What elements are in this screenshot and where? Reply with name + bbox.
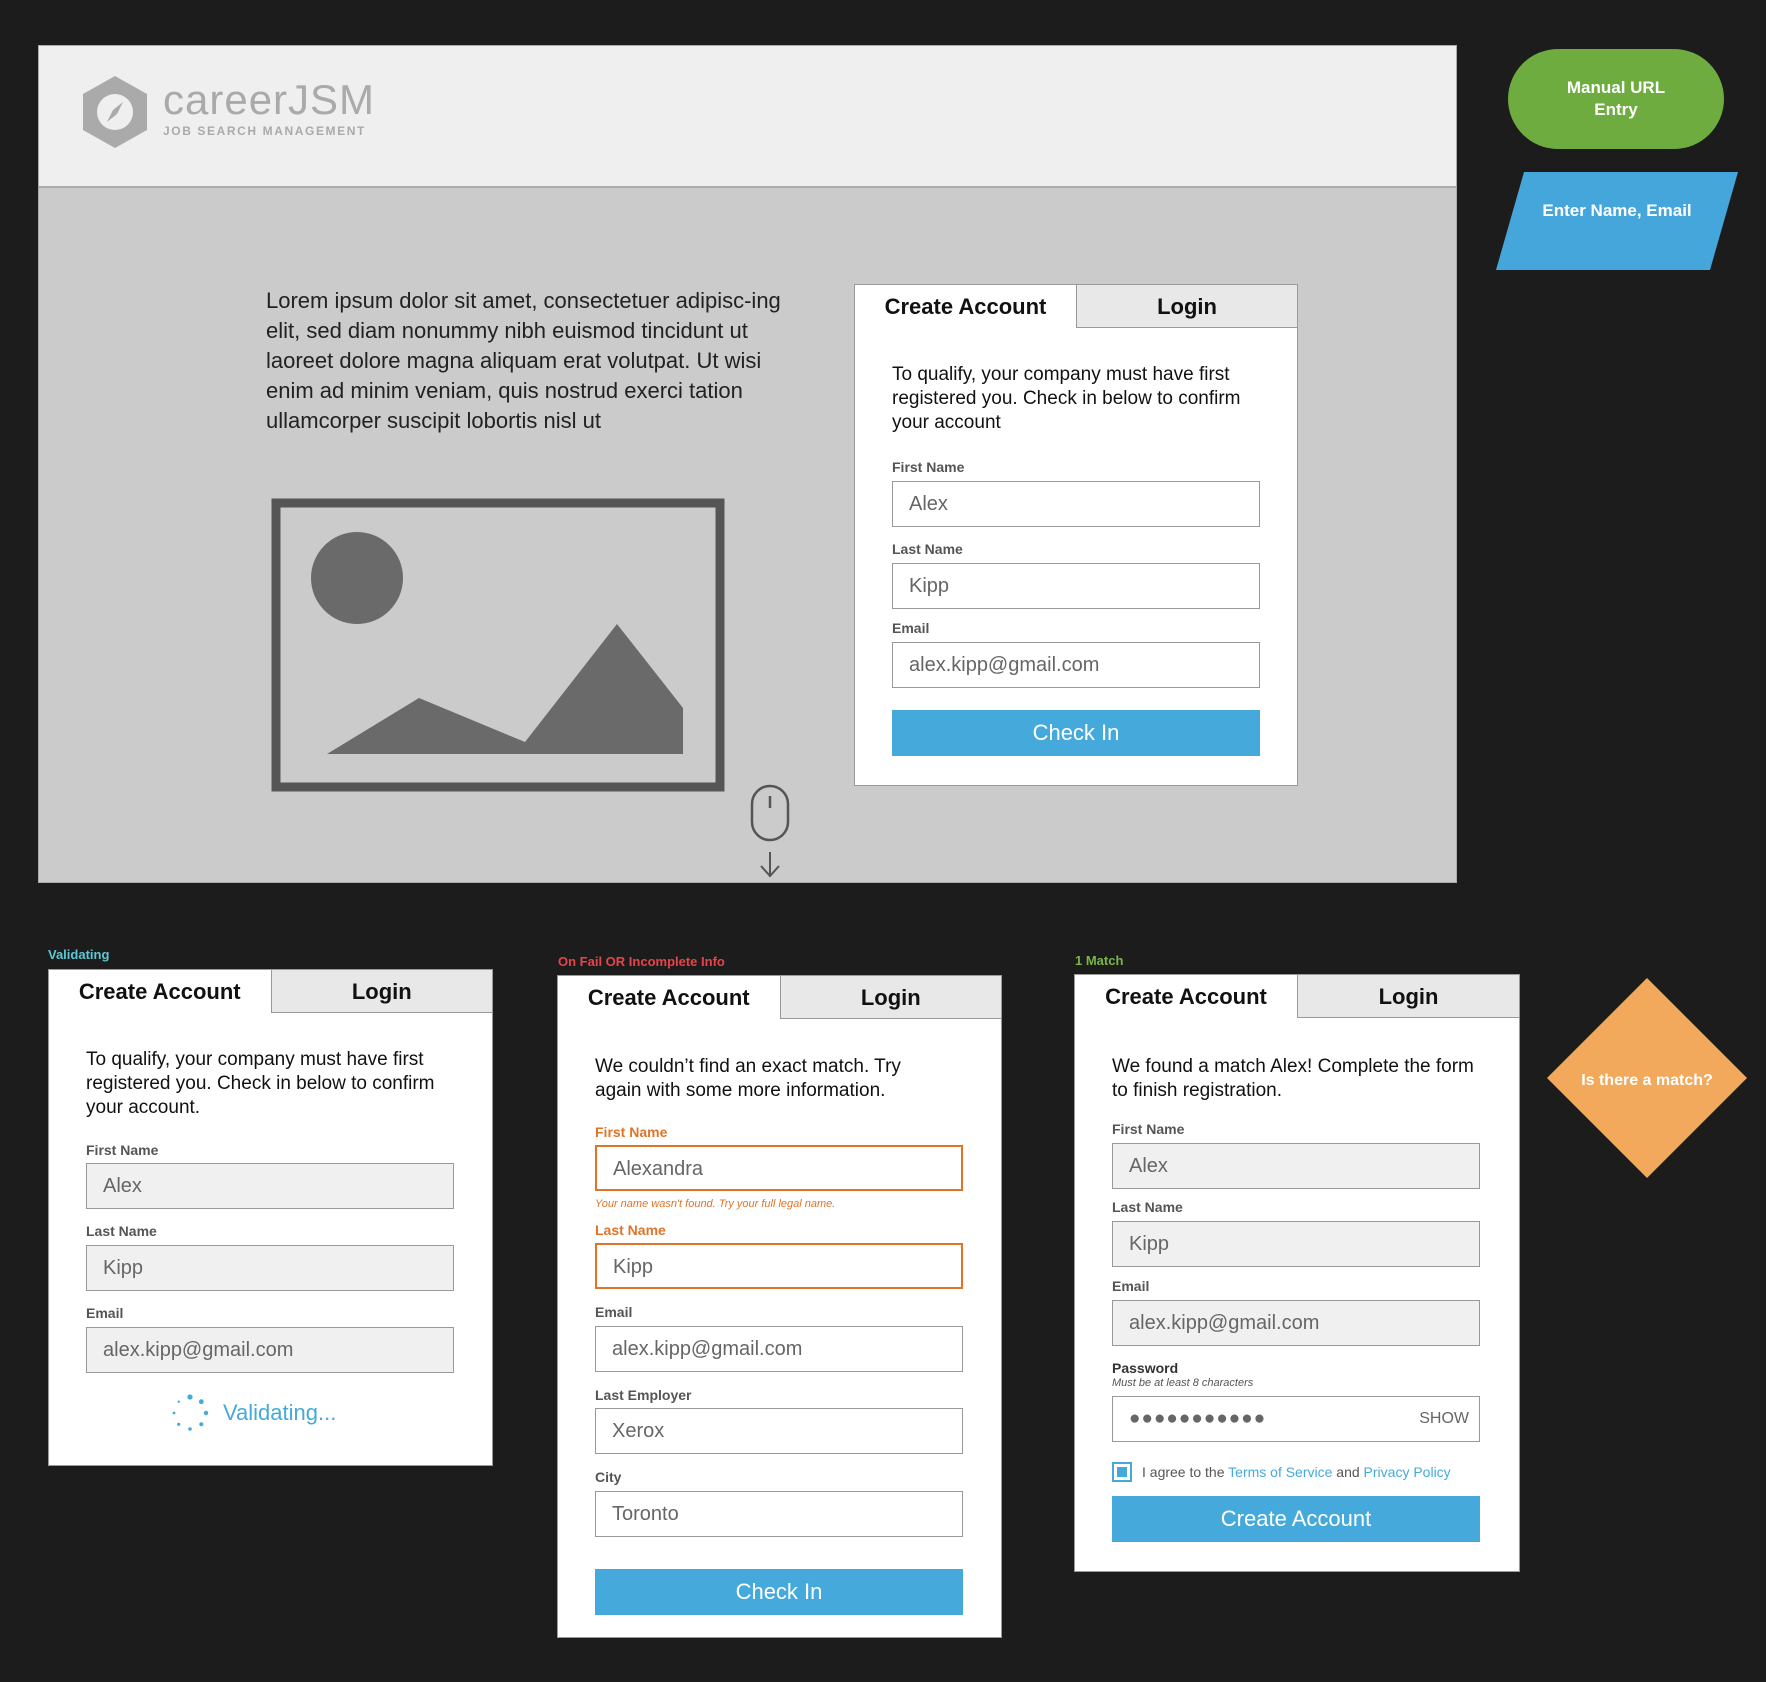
tab-create-account[interactable]: Create Account [558, 976, 780, 1019]
tab-create-account[interactable]: Create Account [1075, 975, 1297, 1018]
tab-create-account[interactable]: Create Account [855, 285, 1076, 328]
first-name-error: Your name wasn't found. Try your full le… [595, 1198, 836, 1210]
email-label: Email [892, 620, 930, 636]
email-label: Email [86, 1305, 124, 1321]
scroll-mouse-icon[interactable] [750, 784, 790, 880]
tab-create-account[interactable]: Create Account [49, 970, 271, 1013]
tab-bar: Create Account Login [49, 970, 492, 1013]
state-label-fail: On Fail OR Incomplete Info [558, 954, 725, 969]
last-name-label: Last Name [1112, 1199, 1183, 1215]
last-employer-label: Last Employer [595, 1387, 692, 1403]
last-name-field[interactable]: Kipp [595, 1243, 963, 1289]
state-label-match: 1 Match [1075, 953, 1124, 968]
checkin-card: Create Account Login To qualify, your co… [854, 284, 1298, 786]
agree-checkbox[interactable] [1112, 1462, 1132, 1482]
form-intro: We couldn’t find an exact match. Try aga… [595, 1056, 901, 1101]
validating-status: Validating... [223, 1400, 337, 1425]
spinner-icon [172, 1394, 209, 1431]
first-name-label: First Name [86, 1142, 159, 1158]
tab-login[interactable]: Login [1076, 285, 1297, 328]
password-hint: Must be at least 8 characters [1112, 1377, 1254, 1389]
email-field[interactable]: alex.kipp@gmail.com [595, 1326, 963, 1372]
privacy-link[interactable]: Privacy Policy [1364, 1464, 1451, 1480]
last-name-label: Last Name [595, 1222, 666, 1238]
logo-icon [83, 76, 147, 148]
tab-bar: Create Account Login [558, 976, 1001, 1019]
image-placeholder-icon [271, 498, 725, 792]
last-employer-field[interactable]: Xerox [595, 1408, 963, 1454]
tab-bar: Create Account Login [1075, 975, 1519, 1018]
first-name-label: First Name [595, 1124, 668, 1140]
logo-wordmark: careerJSM [163, 76, 376, 123]
flow-node-manual-url-label: Manual URL Entry [1566, 78, 1666, 119]
first-name-label: First Name [892, 459, 965, 475]
terms-link[interactable]: Terms of Service [1228, 1464, 1332, 1480]
form-intro: To qualify, your company must have first… [86, 1049, 435, 1118]
logo-tagline: JOB SEARCH MANAGEMENT [163, 124, 366, 138]
header-bar: careerJSM JOB SEARCH MANAGEMENT [39, 46, 1456, 188]
email-label: Email [1112, 1278, 1150, 1294]
intro-paragraph: Lorem ipsum dolor sit amet, consectetuer… [266, 288, 781, 433]
email-label: Email [595, 1304, 633, 1320]
first-name-label: First Name [1112, 1121, 1185, 1137]
tab-login[interactable]: Login [779, 976, 1001, 1019]
password-label: Password [1112, 1360, 1179, 1376]
last-name-label: Last Name [892, 541, 963, 557]
flow-decision-label: Is there a match? [1581, 1072, 1713, 1089]
tab-login[interactable]: Login [270, 970, 492, 1013]
match-card: Create Account Login We found a match Al… [1074, 974, 1520, 1572]
password-mask: ●●●●●●●●●●● [1129, 1408, 1267, 1429]
last-name-field[interactable]: Kipp [1112, 1221, 1480, 1267]
email-field[interactable]: alex.kipp@gmail.com [86, 1327, 454, 1373]
first-name-field[interactable]: Alexandra [595, 1145, 963, 1191]
first-name-field[interactable]: Alex [86, 1163, 454, 1209]
tab-bar: Create Account Login [855, 285, 1297, 328]
show-password-toggle[interactable]: SHOW [1419, 1397, 1469, 1441]
agree-text: I agree to the Terms of Service and Priv… [1142, 1464, 1451, 1480]
fail-card: Create Account Login We couldn’t find an… [557, 975, 1002, 1638]
form-intro: To qualify, your company must have first… [892, 364, 1241, 433]
email-field[interactable]: alex.kipp@gmail.com [892, 642, 1260, 688]
create-account-button[interactable]: Create Account [1112, 1496, 1480, 1542]
city-field[interactable]: Toronto [595, 1491, 963, 1537]
last-name-label: Last Name [86, 1223, 157, 1239]
first-name-field[interactable]: Alex [892, 481, 1260, 527]
checkbox-check-icon [1117, 1467, 1127, 1477]
tab-login[interactable]: Login [1297, 975, 1519, 1018]
state-label-validating: Validating [48, 947, 110, 962]
flow-node-manual-url: Manual URL Entry [1508, 49, 1724, 149]
city-label: City [595, 1469, 622, 1485]
form-intro: We found a match Alex! Complete the form… [1112, 1056, 1474, 1101]
first-name-field[interactable]: Alex [1112, 1143, 1480, 1189]
agree-and: and [1336, 1464, 1360, 1480]
last-name-field[interactable]: Kipp [892, 563, 1260, 609]
validating-card: Create Account Login To qualify, your co… [48, 969, 493, 1466]
flow-node-enter-name-label: Enter Name, Email [1542, 201, 1692, 220]
check-in-button[interactable]: Check In [892, 710, 1260, 756]
landing-wireframe: careerJSM JOB SEARCH MANAGEMENT Lorem ip… [38, 45, 1457, 883]
email-field[interactable]: alex.kipp@gmail.com [1112, 1300, 1480, 1346]
last-name-field[interactable]: Kipp [86, 1245, 454, 1291]
password-field[interactable]: ●●●●●●●●●●● SHOW [1112, 1396, 1480, 1442]
agree-prefix: I agree to the [1142, 1464, 1225, 1480]
check-in-button[interactable]: Check In [595, 1569, 963, 1615]
